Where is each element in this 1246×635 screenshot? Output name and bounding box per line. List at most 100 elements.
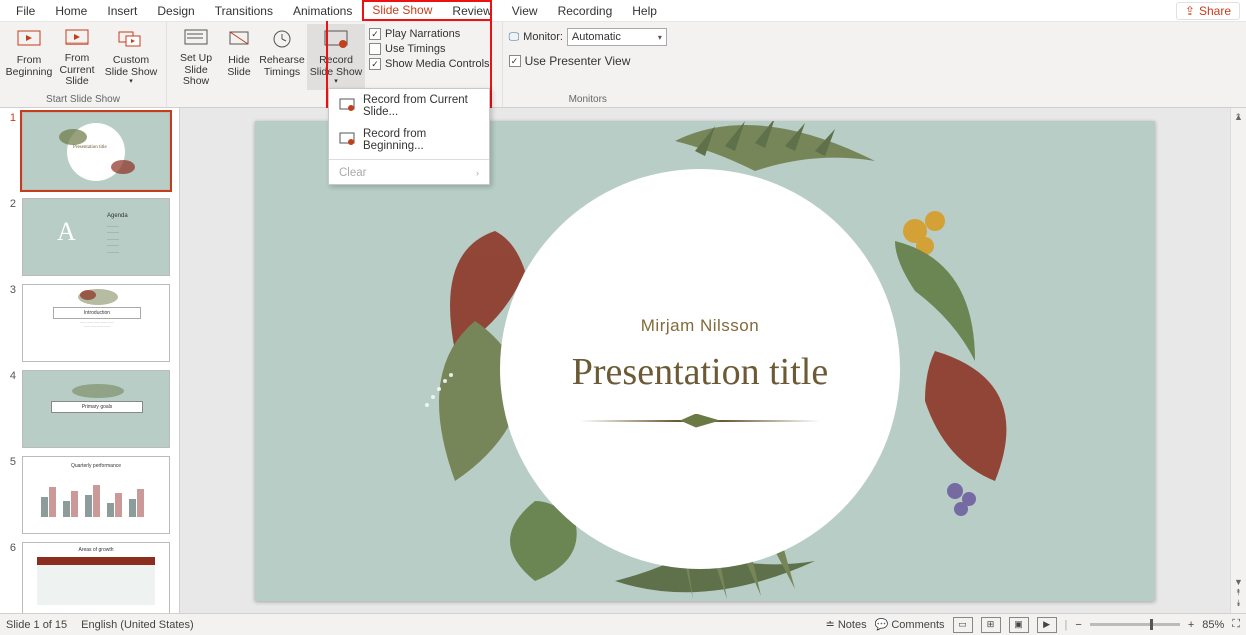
prev-slide-icon[interactable]: ⯭ (1236, 587, 1241, 598)
setup-icon (183, 26, 209, 50)
next-slide-icon[interactable]: ⯯ (1236, 598, 1241, 609)
menu-design[interactable]: Design (147, 2, 204, 20)
menu-insert[interactable]: Insert (97, 2, 147, 20)
group-monitors-label: Monitors (509, 94, 667, 107)
thumbnail-1[interactable]: Presentation title (22, 112, 170, 190)
reading-view-button[interactable]: ▣ (1009, 617, 1029, 633)
hide-slide-icon (226, 26, 252, 52)
menu-transitions[interactable]: Transitions (205, 2, 283, 20)
use-timings-check[interactable]: Use Timings (369, 43, 490, 55)
monitor-label: Monitor: (523, 31, 563, 43)
fit-to-window-button[interactable]: ⛶ (1232, 618, 1240, 631)
from-beginning-button[interactable]: From Beginning (6, 24, 52, 90)
rehearse-label: Rehearse Timings (259, 55, 305, 78)
record-dropdown-menu: Record from Current Slide... Record from… (328, 88, 490, 185)
thumb-num: 5 (4, 456, 16, 534)
record-current-icon (339, 98, 355, 114)
chevron-down-icon: ▾ (129, 78, 133, 86)
record-from-current-item[interactable]: Record from Current Slide... (329, 89, 489, 123)
menu-view[interactable]: View (502, 2, 548, 20)
thumb-title: Introduction (53, 307, 141, 319)
custom-show-button[interactable]: Custom Slide Show ▾ (102, 24, 160, 90)
thumb-title: Presentation title (73, 145, 107, 150)
share-icon: ⇪ (1185, 4, 1195, 18)
thumbnail-panel: 1 Presentation title 2 A Agenda ————————… (0, 108, 180, 613)
scroll-down-icon[interactable]: ▼ (1234, 577, 1243, 587)
menu-slideshow[interactable]: Slide Show (362, 1, 442, 21)
status-bar: Slide 1 of 15 English (United States) ≐ … (0, 613, 1246, 635)
from-current-label: From Current Slide (56, 53, 98, 88)
zoom-slider[interactable] (1090, 623, 1180, 626)
clock-icon (269, 26, 295, 52)
comments-label: Comments (891, 619, 944, 631)
record-show-label: Record Slide Show (309, 55, 363, 78)
monitor-dropdown[interactable]: Automatic ▾ (567, 28, 667, 46)
play-narrations-label: Play Narrations (385, 28, 460, 40)
clear-item: Clear › (329, 162, 489, 184)
thumbnail-6[interactable]: Areas of growth (22, 542, 170, 613)
zoom-out-button[interactable]: − (1075, 619, 1081, 631)
thumbnail-2[interactable]: A Agenda ——————————————— (22, 198, 170, 276)
ribbon-group-monitors: 🖵 Monitor: Automatic ▾ ✓Use Presenter Vi… (503, 22, 673, 107)
thumbnail-5[interactable]: Quarterly performance (22, 456, 170, 534)
rehearse-button[interactable]: Rehearse Timings (259, 24, 305, 90)
present-from-current-icon (64, 26, 90, 50)
slide-1: Mirjam Nilsson Presentation title (255, 121, 1155, 601)
zoom-in-button[interactable]: + (1188, 619, 1194, 631)
language-status[interactable]: English (United States) (81, 619, 194, 631)
sorter-view-button[interactable]: ⊞ (981, 617, 1001, 633)
present-from-start-icon (16, 26, 42, 52)
thumb-num: 6 (4, 542, 16, 613)
ribbon: From Beginning From Current Slide Custom… (0, 22, 1246, 108)
slide-title: Presentation title (572, 350, 828, 394)
chevron-down-icon: ▾ (658, 33, 662, 42)
slideshow-view-button[interactable]: ▶ (1037, 617, 1057, 633)
play-narrations-check[interactable]: ✓Play Narrations (369, 28, 490, 40)
hide-slide-button[interactable]: Hide Slide (221, 24, 257, 90)
notes-label: Notes (838, 619, 867, 631)
monitor-value: Automatic (572, 31, 621, 43)
menu-home[interactable]: Home (45, 2, 97, 20)
record-from-current-label: Record from Current Slide... (363, 94, 479, 118)
notes-button[interactable]: ≐ Notes (826, 618, 867, 631)
menu-animations[interactable]: Animations (283, 2, 362, 20)
from-beginning-label: From Beginning (6, 55, 53, 78)
record-show-button[interactable]: Record Slide Show ▾ (307, 24, 365, 90)
clear-label: Clear (339, 167, 366, 179)
menu-recording[interactable]: Recording (548, 2, 623, 20)
thumbnail-4[interactable]: Primary goals (22, 370, 170, 448)
record-icon (323, 26, 349, 52)
menu-file[interactable]: File (6, 2, 45, 20)
menu-help[interactable]: Help (622, 2, 667, 20)
thumb-num: 3 (4, 284, 16, 362)
workspace: 1 Presentation title 2 A Agenda ————————… (0, 108, 1246, 613)
record-from-beginning-label: Record from Beginning... (363, 128, 479, 152)
ribbon-group-start: From Beginning From Current Slide Custom… (0, 22, 167, 107)
thumb-title: Quarterly performance (23, 463, 169, 469)
thumb-title: Agenda (107, 213, 128, 219)
share-label: Share (1199, 4, 1231, 18)
comments-button[interactable]: 💬 Comments (875, 618, 945, 631)
collapse-ribbon-icon[interactable]: ⌃ (1234, 112, 1242, 123)
slide-subtitle: Mirjam Nilsson (641, 316, 759, 336)
vertical-scroll[interactable]: ▲ ▼ ⯭ ⯯ (1230, 108, 1246, 613)
hide-slide-label: Hide Slide (223, 55, 255, 78)
setup-show-button[interactable]: Set Up Slide Show (173, 24, 219, 90)
zoom-level[interactable]: 85% (1202, 619, 1224, 631)
presenter-view-check[interactable]: ✓Use Presenter View (509, 54, 631, 68)
slide-circle: Mirjam Nilsson Presentation title (500, 169, 900, 569)
presenter-view-label: Use Presenter View (525, 54, 631, 68)
menu-bar: File Home Insert Design Transitions Anim… (0, 0, 1246, 22)
record-from-beginning-item[interactable]: Record from Beginning... (329, 123, 489, 157)
from-current-button[interactable]: From Current Slide (54, 24, 100, 90)
thumb-num: 1 (4, 112, 16, 190)
show-media-check[interactable]: ✓Show Media Controls (369, 58, 490, 70)
thumb-num: 4 (4, 370, 16, 448)
thumb-title: Primary goals (51, 401, 143, 413)
custom-show-label: Custom Slide Show (104, 55, 158, 78)
group-start-label: Start Slide Show (6, 94, 160, 107)
normal-view-button[interactable]: ▭ (953, 617, 973, 633)
share-button[interactable]: ⇪ Share (1176, 2, 1240, 20)
menu-review[interactable]: Review (442, 2, 501, 20)
thumbnail-3[interactable]: Introduction —— —— —— —— ———— —— —— —— (22, 284, 170, 362)
